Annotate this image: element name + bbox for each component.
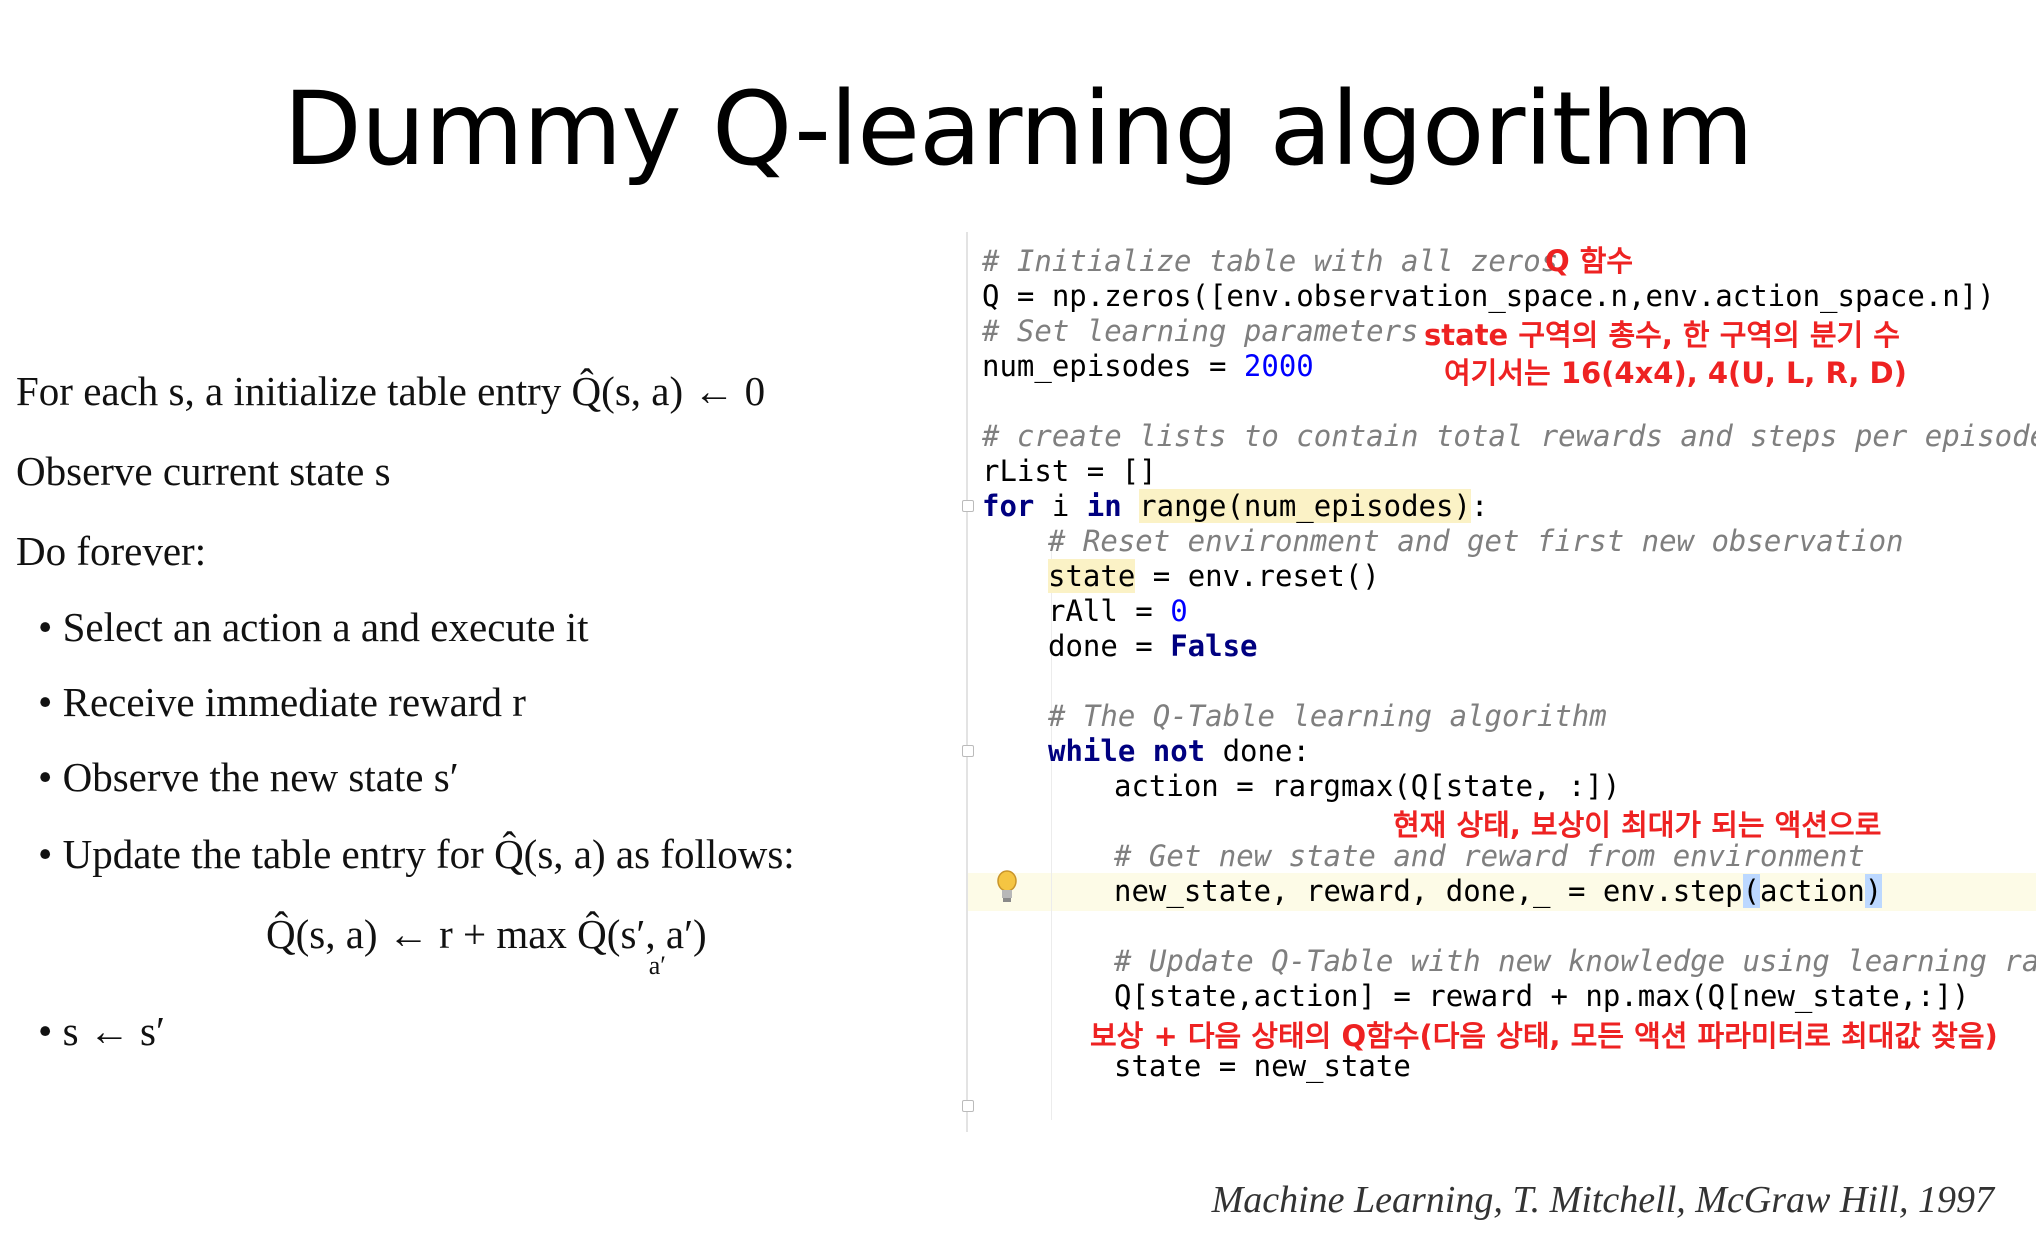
code-line-11: rAll = 0: [1048, 594, 1188, 628]
reference-citation: Machine Learning, T. Mitchell, McGraw Hi…: [1211, 1179, 1994, 1221]
algo-bullet-observe: • Observe the new state s′: [38, 754, 459, 800]
lightbulb-icon[interactable]: [996, 870, 1018, 904]
annotation-state-total: state 구역의 총수, 한 구역의 분기 수: [1424, 318, 1900, 352]
code-line-9: # Reset environment and get first new ob…: [1048, 524, 1904, 558]
code-line-14: # The Q-Table learning algorithm: [1048, 699, 1607, 733]
update-formula: Q̂(s, a) ← r + max Q̂(s′, a′)a′: [266, 910, 724, 980]
code-line-8: for i in range(num_episodes):: [982, 489, 1489, 523]
code-line-4: num_episodes = 2000: [982, 349, 1314, 383]
code-line-12: done = False: [1048, 629, 1258, 663]
code-line-1: # Initialize table with all zeros: [982, 244, 1559, 278]
code-line-2: Q = np.zeros([env.observation_space.n,en…: [982, 279, 1995, 313]
fold-marker-while[interactable]: [962, 745, 974, 757]
code-line-21: # Update Q-Table with new knowledge usin…: [1114, 944, 2036, 978]
code-line-10: state = env.reset(): [1048, 559, 1380, 593]
algo-bullet-update: • Update the table entry for Q̂(s, a) as…: [38, 831, 795, 877]
editor-gutter: [966, 232, 968, 1132]
code-line-6: # create lists to contain total rewards …: [982, 419, 2036, 453]
formula-subscript: a′: [648, 951, 666, 980]
algo-bullet-assign: • s ← s′: [38, 1008, 165, 1054]
algo-observe-line: Observe current state s: [16, 448, 391, 494]
annotation-here: 여기서는 16(4x4), 4(U, L, R, D): [1444, 356, 1907, 390]
slide-title: Dummy Q-learning algorithm: [283, 70, 1753, 189]
code-line-19: new_state, reward, done,_ = env.step(act…: [1114, 874, 1883, 908]
annotation-q-function: Q 함수: [1545, 244, 1634, 278]
formula-text: Q̂(s, a) ← r + max Q̂(s′, a′): [266, 911, 707, 957]
fold-marker-for[interactable]: [962, 500, 974, 512]
code-line-18: # Get new state and reward from environm…: [1114, 839, 1865, 873]
code-line-3: # Set learning parameters: [982, 314, 1419, 348]
annotation-update: 보상 + 다음 상태의 Q함수(다음 상태, 모든 액션 파라미터로 최대값 찾…: [1090, 1019, 1998, 1053]
annotation-action: 현재 상태, 보상이 최대가 되는 액션으로: [1393, 808, 1882, 842]
code-line-22: Q[state,action] = reward + np.max(Q[new_…: [1114, 979, 1970, 1013]
fold-marker-end[interactable]: [962, 1100, 974, 1112]
algo-bullet-select: • Select an action a and execute it: [38, 604, 589, 650]
algo-init-line: For each s, a initialize table entry Q̂(…: [16, 368, 766, 414]
algo-do-forever-line: Do forever:: [16, 528, 207, 574]
code-line-16: action = rargmax(Q[state, :]): [1114, 769, 1621, 803]
code-line-15: while not done:: [1048, 734, 1310, 768]
code-line-7: rList = []: [982, 454, 1157, 488]
algo-bullet-reward: • Receive immediate reward r: [38, 679, 526, 725]
